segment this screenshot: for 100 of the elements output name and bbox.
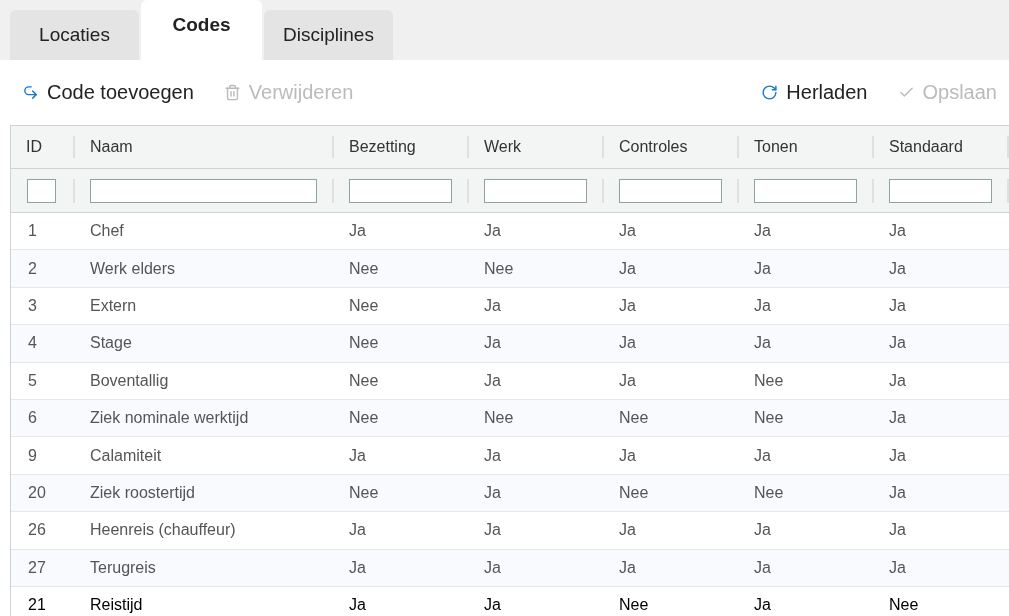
filter-field[interactable] xyxy=(754,178,857,203)
table-cell-text: Ja xyxy=(888,296,907,315)
table-row[interactable]: 4 Stage Nee Ja Ja Ja Ja xyxy=(11,325,1009,363)
table-row[interactable]: 20 Ziek roostertijd Nee Ja Nee Nee Ja xyxy=(11,474,1009,513)
table-cell-text: Ja xyxy=(618,371,637,390)
table-cell-text: 5 xyxy=(27,371,38,390)
table-cell-text: Nee xyxy=(753,409,785,428)
add-button[interactable]: Code toevoegen xyxy=(22,81,194,104)
table-cell-text: 20 xyxy=(27,483,47,502)
table-cell-text: Ja xyxy=(483,334,502,353)
table-cell-text: Ja xyxy=(753,558,772,577)
table-cell-text: Nee xyxy=(348,371,380,390)
table-cell-text: 26 xyxy=(27,521,47,540)
column-header[interactable]: ID xyxy=(11,136,73,158)
table-cell-text: Ja xyxy=(888,259,907,278)
table-cell-text: Chef xyxy=(89,222,125,241)
table-cell-text: 21 xyxy=(27,596,47,615)
table-cell-text: Ja xyxy=(753,446,772,465)
table-cell-text: Ja xyxy=(618,558,637,577)
table-cell-text: Ja xyxy=(483,483,502,502)
table-cell-text: Nee xyxy=(618,409,650,428)
table-cell-text: Nee xyxy=(618,596,650,615)
table-cell-text: 1 xyxy=(27,222,38,241)
filter-field[interactable] xyxy=(27,178,56,203)
table-cell-text: Ja xyxy=(618,259,637,278)
table-cell-text: Ja xyxy=(888,222,907,241)
table-cell-text: Werk elders xyxy=(89,259,177,278)
table-row[interactable]: 2 Werk elders Nee Nee Ja Ja Ja xyxy=(11,250,1009,288)
table-cell-text: Ja xyxy=(618,222,637,241)
table-cell-text: 3 xyxy=(27,296,38,315)
table-cell-text: Ziek nominale werktijd xyxy=(89,409,250,428)
column-header[interactable]: Tonen xyxy=(737,136,872,158)
table-cell-text: Ja xyxy=(888,334,907,353)
table-cell-text: 4 xyxy=(27,334,38,353)
table-cell-text: Ja xyxy=(753,296,772,315)
column-header[interactable]: Bezetting xyxy=(332,136,467,158)
table-cell-text: Terugreis xyxy=(89,558,157,577)
table-cell-text: Ja xyxy=(483,596,502,615)
tab[interactable]: Disciplines xyxy=(264,10,393,60)
table-cell-text: Ja xyxy=(483,371,502,390)
table-cell-text: Ja xyxy=(483,446,502,465)
table-cell-text: Reistijd xyxy=(89,596,144,615)
table-cell-text: Ja xyxy=(348,521,367,540)
table-cell-text: Calamiteit xyxy=(89,446,163,465)
table-cell-text: Ja xyxy=(753,521,772,540)
table-cell-text: Ziek roostertijd xyxy=(89,483,196,502)
filter-field[interactable] xyxy=(619,178,722,203)
table-cell-text: Ja xyxy=(618,334,637,353)
table-cell-text: Ja xyxy=(753,334,772,353)
table-cell-text: Nee xyxy=(348,334,380,353)
table-cell-text: Ja xyxy=(888,446,907,465)
table-cell-text: Ja xyxy=(483,222,502,241)
filter-field[interactable] xyxy=(349,178,452,203)
table-cell-text: Boventallig xyxy=(89,371,170,390)
reload-button[interactable]: Herladen xyxy=(761,81,868,104)
table-cell-text: Nee xyxy=(753,483,785,502)
table-row[interactable]: 27 Terugreis Ja Ja Ja Ja Ja xyxy=(11,549,1009,587)
table-cell-text: Nee xyxy=(348,296,380,315)
table-cell-text: Nee xyxy=(888,596,920,615)
table-cell-text: Ja xyxy=(618,296,637,315)
table-cell-text: 6 xyxy=(27,409,38,428)
table-cell-text: Ja xyxy=(888,409,907,428)
table-cell-text: 9 xyxy=(27,446,38,465)
table-cell-text: Extern xyxy=(89,296,138,315)
table-cell-text: Nee xyxy=(753,371,785,390)
table-cell-text: Ja xyxy=(618,446,637,465)
table-cell-text: Nee xyxy=(483,409,515,428)
table-cell-text: Ja xyxy=(348,596,367,615)
table-cell-text: Nee xyxy=(483,259,515,278)
table-cell-text: Ja xyxy=(618,521,637,540)
table-cell-text: 2 xyxy=(27,259,38,278)
table-cell-text: Ja xyxy=(483,521,502,540)
table-cell-text: Ja xyxy=(483,296,502,315)
table-cell-text: Ja xyxy=(753,222,772,241)
table-cell-text: Ja xyxy=(888,521,907,540)
table-cell-text: Nee xyxy=(348,483,380,502)
filter-field[interactable] xyxy=(889,178,992,203)
tab[interactable]: Codes xyxy=(141,0,262,60)
table-cell-text: Ja xyxy=(348,558,367,577)
reload-icon xyxy=(761,84,779,101)
table-cell-text: Nee xyxy=(348,409,380,428)
table-row[interactable]: 6 Ziek nominale werktijd Nee Nee Nee Nee Ja xyxy=(11,399,1009,438)
table-cell-text: 27 xyxy=(27,558,47,577)
table-cell-text: Nee xyxy=(618,483,650,502)
column-header[interactable]: Werk xyxy=(467,136,602,158)
tab[interactable]: Locaties xyxy=(10,10,139,60)
table-cell-text: Ja xyxy=(348,446,367,465)
filter-field[interactable] xyxy=(90,178,317,203)
column-header[interactable]: Naam xyxy=(73,136,332,158)
trash-icon xyxy=(223,84,241,101)
table-cell-text: Ja xyxy=(483,558,502,577)
table-cell-text: Ja xyxy=(888,483,907,502)
table-cell-text: Heenreis (chauffeur) xyxy=(89,521,237,540)
table-cell-text: Ja xyxy=(888,371,907,390)
table-cell-text: Stage xyxy=(89,334,133,353)
table-cell-text: Ja xyxy=(888,558,907,577)
column-header[interactable]: Standaard xyxy=(872,136,1007,158)
column-header[interactable]: Controles xyxy=(602,136,737,158)
filter-field[interactable] xyxy=(484,178,587,203)
table-cell-text: Ja xyxy=(348,222,367,241)
